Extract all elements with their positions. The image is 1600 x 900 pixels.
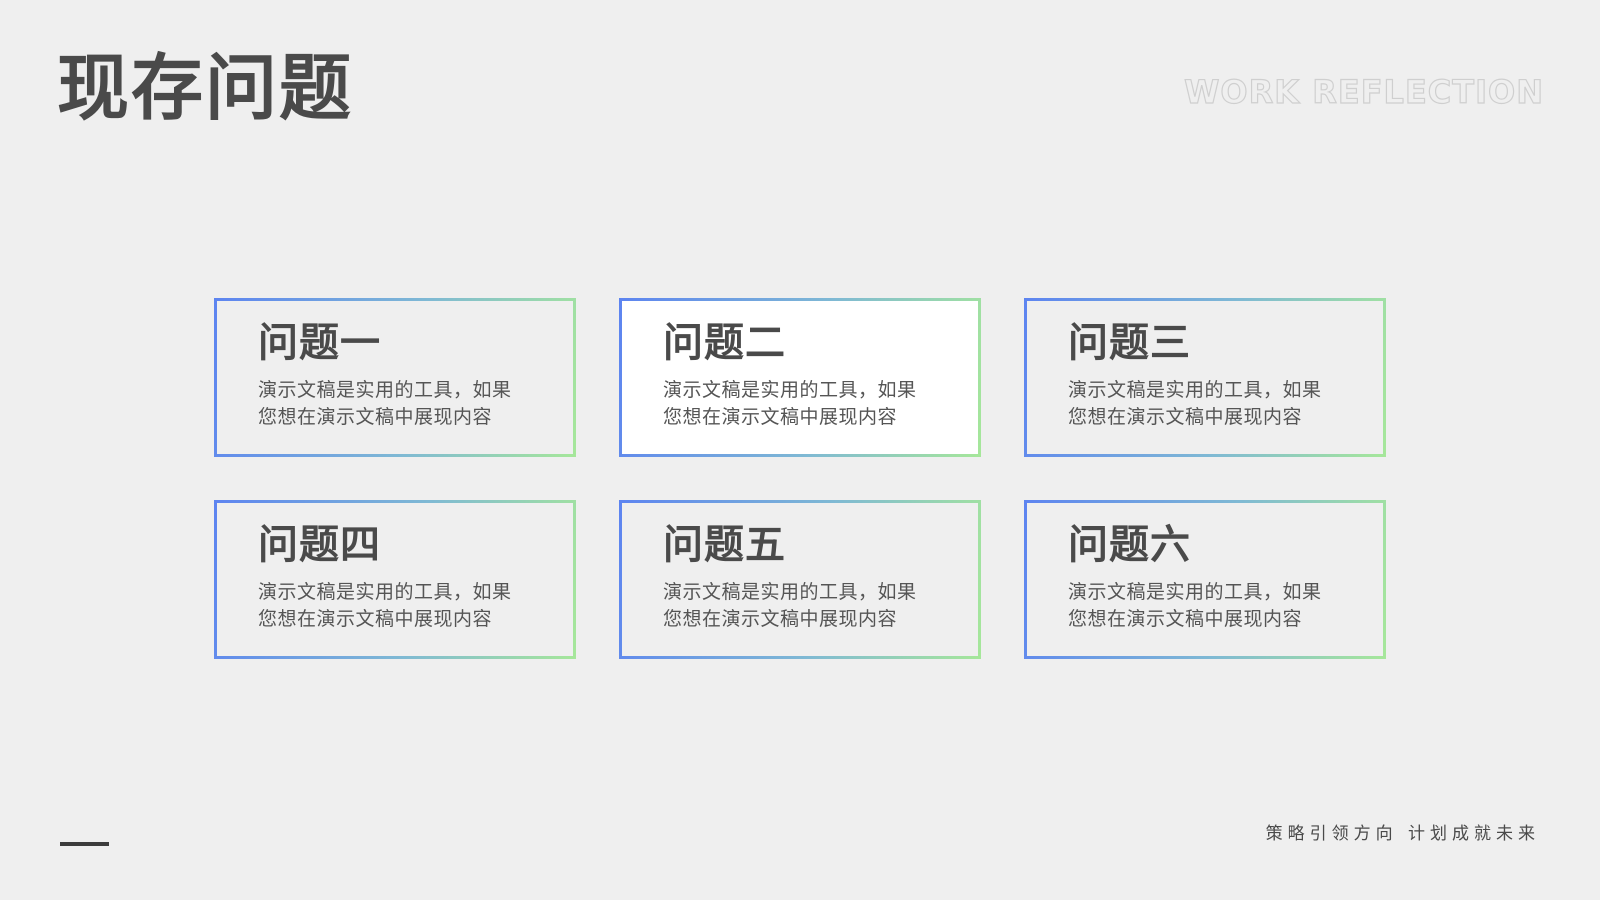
card-text-line: 您想在演示文稿中展现内容 [258,406,493,428]
card-text: 演示文稿是实用的工具，如果 您想在演示文稿中展现内容 [1068,377,1363,431]
card-title: 问题五 [663,522,786,568]
card-text-line: 演示文稿是实用的工具，如果 [1068,379,1322,401]
footer-dash [60,842,109,846]
card-text: 演示文稿是实用的工具，如果 您想在演示文稿中展现内容 [1068,579,1363,633]
problem-card-5[interactable]: 问题五 演示文稿是实用的工具，如果 您想在演示文稿中展现内容 [619,500,981,659]
card-body: 问题五 演示文稿是实用的工具，如果 您想在演示文稿中展现内容 [622,503,978,656]
subtitle-en: WORK REFLECTION [1184,73,1544,111]
card-text: 演示文稿是实用的工具，如果 您想在演示文稿中展现内容 [258,579,553,633]
card-text-line: 演示文稿是实用的工具，如果 [258,581,512,603]
problem-card-4[interactable]: 问题四 演示文稿是实用的工具，如果 您想在演示文稿中展现内容 [214,500,576,659]
card-text-line: 您想在演示文稿中展现内容 [663,406,898,428]
card-text-line: 您想在演示文稿中展现内容 [1068,406,1303,428]
card-text-line: 您想在演示文稿中展现内容 [663,608,898,630]
problem-grid: 问题一 演示文稿是实用的工具，如果 您想在演示文稿中展现内容 问题二 演示文稿是… [214,298,1386,659]
card-text: 演示文稿是实用的工具，如果 您想在演示文稿中展现内容 [663,579,958,633]
card-text-line: 您想在演示文稿中展现内容 [258,608,493,630]
card-text: 演示文稿是实用的工具，如果 您想在演示文稿中展现内容 [663,377,958,431]
card-title: 问题一 [258,320,381,366]
card-text-line: 演示文稿是实用的工具，如果 [258,379,512,401]
card-title: 问题四 [258,522,381,568]
page-title: 现存问题 [57,46,354,130]
card-body: 问题三 演示文稿是实用的工具，如果 您想在演示文稿中展现内容 [1027,301,1383,454]
card-body: 问题一 演示文稿是实用的工具，如果 您想在演示文稿中展现内容 [217,301,573,454]
card-text-line: 演示文稿是实用的工具，如果 [1068,581,1322,603]
card-body: 问题二 演示文稿是实用的工具，如果 您想在演示文稿中展现内容 [622,301,978,454]
footer-slogan: 策略引领方向 计划成就未来 [1265,824,1540,844]
card-text: 演示文稿是实用的工具，如果 您想在演示文稿中展现内容 [258,377,553,431]
card-title: 问题二 [663,320,786,366]
card-text-line: 您想在演示文稿中展现内容 [1068,608,1303,630]
card-body: 问题四 演示文稿是实用的工具，如果 您想在演示文稿中展现内容 [217,503,573,656]
card-text-line: 演示文稿是实用的工具，如果 [663,379,917,401]
card-body: 问题六 演示文稿是实用的工具，如果 您想在演示文稿中展现内容 [1027,503,1383,656]
problem-card-3[interactable]: 问题三 演示文稿是实用的工具，如果 您想在演示文稿中展现内容 [1024,298,1386,457]
problem-card-2[interactable]: 问题二 演示文稿是实用的工具，如果 您想在演示文稿中展现内容 [619,298,981,457]
card-title: 问题三 [1068,320,1191,366]
problem-card-6[interactable]: 问题六 演示文稿是实用的工具，如果 您想在演示文稿中展现内容 [1024,500,1386,659]
card-title: 问题六 [1068,522,1191,568]
card-text-line: 演示文稿是实用的工具，如果 [663,581,917,603]
problem-card-1[interactable]: 问题一 演示文稿是实用的工具，如果 您想在演示文稿中展现内容 [214,298,576,457]
